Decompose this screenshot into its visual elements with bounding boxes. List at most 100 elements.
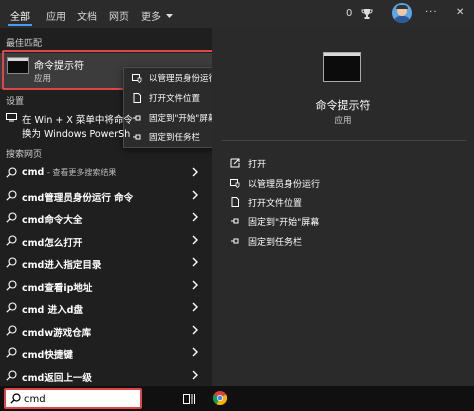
chevron-right-icon[interactable] [190, 234, 200, 246]
preview-open[interactable]: 打开 [230, 156, 430, 172]
preview-open-file-location[interactable]: 打开文件位置 [230, 195, 430, 211]
web-search-query: cmd怎么打开 [22, 238, 83, 249]
web-search-item[interactable]: cmd查看ip地址 [0, 275, 212, 297]
web-search-item-label: cmd命令大全 [22, 212, 82, 226]
trophy-icon[interactable] [361, 8, 373, 20]
web-search-item-label: cmd返回上一级 [22, 370, 92, 384]
tab-more-label: 更多 [141, 12, 161, 23]
search-icon [6, 302, 17, 313]
web-search-hint: - 查看更多搜索结果 [44, 168, 117, 177]
search-icon [6, 167, 17, 178]
web-search-item-label: cmd查看ip地址 [22, 280, 92, 294]
chevron-right-icon[interactable] [190, 369, 200, 381]
chevron-right-icon[interactable] [190, 346, 200, 358]
preview-pin-to-start[interactable]: 固定到"开始"屏幕 [230, 214, 430, 230]
preview-action-label: 固定到任务栏 [248, 238, 303, 248]
web-search-item[interactable]: cmd - 查看更多搜索结果 [0, 162, 212, 184]
search-icon [6, 347, 17, 358]
file-icon [231, 197, 239, 207]
web-search-query: cmd [22, 167, 45, 178]
web-search-query: cmd返回上一级 [22, 373, 92, 384]
search-input[interactable] [24, 392, 134, 406]
web-search-item[interactable]: cmd命令大全 [0, 207, 212, 229]
web-search-item[interactable]: cmd怎么打开 [0, 230, 212, 252]
search-icon [6, 370, 17, 381]
web-search-item[interactable]: cmdw游戏仓库 [0, 320, 212, 342]
preview-action-label: 固定到"开始"屏幕 [248, 218, 320, 228]
search-icon [6, 212, 17, 223]
settings-item-line1: 在 Win + X 菜单中将命令 [22, 115, 133, 126]
user-avatar[interactable] [392, 3, 412, 23]
chevron-right-icon[interactable] [190, 256, 200, 268]
pin-icon [231, 238, 239, 244]
web-search-query: cmd快捷键 [22, 350, 73, 361]
chrome-icon[interactable] [213, 391, 227, 405]
admin-shield-icon [230, 179, 240, 188]
command-prompt-large-icon [323, 52, 361, 82]
web-search-item-label: cmd 进入d盘 [22, 302, 83, 316]
monitor-icon [6, 113, 17, 122]
file-icon [133, 93, 141, 103]
search-icon [10, 393, 21, 404]
preview-action-label: 以管理员身份运行 [248, 180, 321, 190]
pin-icon [231, 218, 239, 224]
chevron-right-icon[interactable] [190, 324, 200, 336]
preview-run-as-admin[interactable]: 以管理员身份运行 [230, 176, 430, 192]
chevron-right-icon[interactable] [190, 166, 200, 178]
context-item-label: 以管理员身份运行 [149, 74, 218, 84]
tab-documents[interactable]: 文档 [77, 8, 97, 23]
context-open-file-location[interactable]: 打开文件位置 [124, 90, 221, 106]
web-search-query: cmd查看ip地址 [22, 283, 93, 294]
best-match-title: 最佳匹配 [6, 39, 43, 49]
search-header: 全部 应用 文档 网页 更多 0 ··· ✕ [0, 0, 474, 28]
search-icon [6, 325, 17, 336]
web-search-item-label: cmd怎么打开 [22, 235, 82, 249]
close-button[interactable]: ✕ [456, 7, 464, 18]
search-icon [6, 190, 17, 201]
web-search-query: cmd命令大全 [22, 215, 83, 226]
chevron-right-icon[interactable] [190, 211, 200, 223]
web-search-item-label: cmd进入指定目录 [22, 257, 101, 271]
web-search-query: cmd管理员身份运行 命令 [22, 193, 134, 204]
chevron-right-icon[interactable] [190, 279, 200, 291]
search-icon [6, 280, 17, 291]
taskbar-search-box[interactable] [4, 388, 142, 409]
settings-title: 设置 [6, 97, 25, 107]
context-run-as-admin[interactable]: 以管理员身份运行 [124, 70, 221, 86]
web-search-query: cmd进入指定目录 [22, 260, 102, 271]
web-search-item[interactable]: cmd快捷键 [0, 342, 212, 364]
chevron-right-icon[interactable] [190, 301, 200, 313]
preview-app-type: 应用 [334, 116, 352, 126]
web-search-title: 搜索网页 [6, 150, 43, 160]
tab-web[interactable]: 网页 [109, 8, 129, 23]
preview-action-label: 打开 [248, 160, 267, 170]
web-search-item-label: cmd快捷键 [22, 347, 73, 361]
web-search-item-label: cmd管理员身份运行 命令 [22, 190, 133, 204]
web-search-item-label: cmdw游戏仓库 [22, 325, 91, 339]
tab-more[interactable]: 更多 [141, 8, 174, 23]
web-search-item-label: cmd - 查看更多搜索结果 [22, 167, 116, 178]
web-search-item[interactable]: cmd进入指定目录 [0, 252, 212, 274]
admin-shield-icon [132, 74, 142, 83]
web-search-query: cmd 进入d盘 [22, 305, 83, 316]
tab-all[interactable]: 全部 [10, 8, 30, 23]
more-options-button[interactable]: ··· [425, 7, 438, 18]
task-view-icon[interactable] [183, 394, 195, 404]
search-icon [6, 235, 17, 246]
open-icon [230, 158, 240, 168]
chevron-down-icon [166, 14, 174, 18]
chevron-right-icon[interactable] [190, 189, 200, 201]
search-icon [6, 257, 17, 268]
context-item-label: 打开文件位置 [149, 94, 201, 104]
web-search-item[interactable]: cmd 进入d盘 [0, 297, 212, 319]
tab-apps[interactable]: 应用 [46, 8, 66, 23]
preview-app-name: 命令提示符 [315, 99, 371, 112]
preview-action-label: 打开文件位置 [248, 199, 303, 209]
preview-pin-to-taskbar[interactable]: 固定到任务栏 [230, 234, 430, 250]
settings-item-line2: 换为 Windows PowerSh [22, 129, 131, 140]
settings-item-winx[interactable]: 在 Win + X 菜单中将命令 换为 Windows PowerSh [0, 110, 212, 140]
web-search-item[interactable]: cmd返回上一级 [0, 365, 212, 387]
tab-active-indicator [8, 24, 32, 26]
preview-divider [222, 140, 466, 141]
web-search-item[interactable]: cmd管理员身份运行 命令 [0, 185, 212, 207]
